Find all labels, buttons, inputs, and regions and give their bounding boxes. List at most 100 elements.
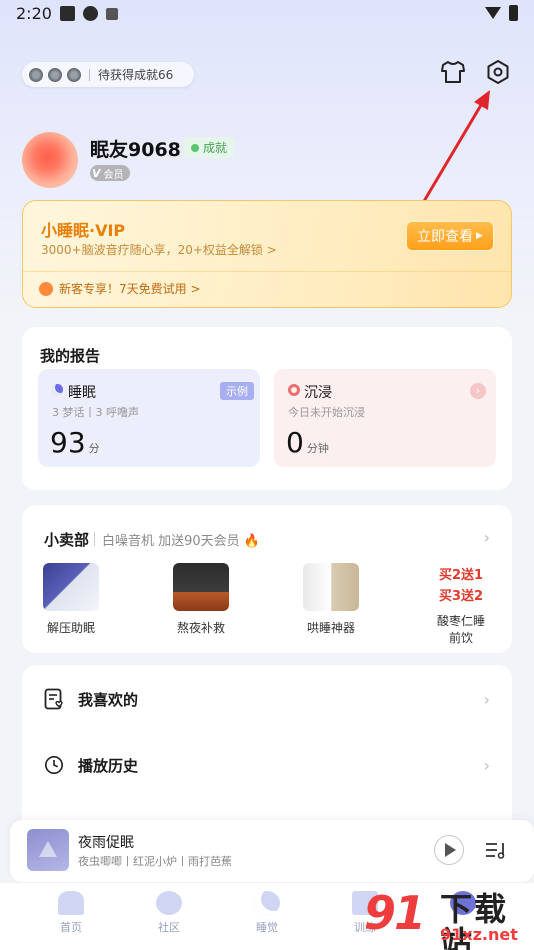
cloud-rain-icon [58, 891, 84, 915]
play-icon [445, 843, 456, 857]
immerse-minutes-value: 0 [286, 426, 304, 459]
product-item[interactable]: 买2送1 买3送2 酸枣仁睡 前饮 [416, 565, 506, 647]
promo-text: 买2送1 [438, 568, 484, 583]
report-title: 我的报告 [40, 347, 101, 365]
list-item-history[interactable]: 播放历史 › [22, 735, 512, 795]
list-item-favorites[interactable]: 我喜欢的 › [22, 669, 512, 729]
report-card: 我的报告 睡眠 示例 3 梦话丨3 呼噜声 93 分 沉浸 › 今日未开始沉浸 0… [22, 327, 512, 490]
divider [23, 271, 511, 272]
promo-text: 买3送2 [438, 589, 484, 604]
product-label: 解压助眠 [46, 621, 95, 635]
status-system-icons [485, 5, 518, 21]
track-cover-image [27, 829, 69, 871]
favorites-doc-icon [44, 688, 63, 710]
history-label: 播放历史 [78, 756, 139, 775]
example-tag: 示例 [220, 382, 254, 400]
moon-icon [52, 384, 63, 395]
vip-title: 小睡眠·VIP [41, 221, 126, 240]
product-image [173, 563, 229, 611]
list-card: 我喜欢的 › 播放历史 › [22, 665, 512, 830]
app-notification-icon [83, 6, 98, 21]
product-label-line: 酸枣仁睡 [436, 614, 485, 628]
achievement-pill[interactable]: 待获得成就66 [22, 62, 194, 87]
cover-triangle-icon [39, 841, 57, 857]
sleep-score-value: 93 [50, 426, 86, 459]
moon-icon [254, 891, 280, 915]
immerse-subtitle: 今日未开始沉浸 [288, 406, 365, 419]
status-notification-icons [60, 6, 118, 21]
chevron-right-icon[interactable]: › [484, 528, 490, 547]
wifi-icon [485, 7, 501, 19]
planet-icon [156, 891, 182, 915]
tab-home[interactable]: 首页 [41, 891, 101, 935]
shop-card: 小卖部 白噪音机 加送90天会员 🔥 › 解压助眠 熬夜补救 哄睡神器 买2送1… [22, 505, 512, 653]
medal-icon [28, 66, 44, 83]
annotation-arrow [418, 90, 490, 209]
product-image [43, 563, 99, 611]
product-label-line: 前饮 [448, 631, 473, 645]
tab-label: 睡觉 [256, 921, 278, 934]
product-label: 酸枣仁睡 前饮 [416, 613, 506, 647]
sleep-score: 93 分 [50, 426, 100, 459]
chevron-right-icon: › [483, 755, 490, 775]
sleep-subtitle: 3 梦话丨3 呼噜声 [52, 406, 139, 419]
shop-subtitle[interactable]: 白噪音机 加送90天会员 🔥 [102, 530, 260, 549]
sleep-score-unit: 分 [88, 442, 100, 455]
watermark-logo: 91 [364, 886, 426, 940]
divider [89, 68, 90, 81]
vip-member-badge: V 会员 [90, 165, 130, 181]
username[interactable]: 眠友9068 [90, 135, 181, 162]
divider [94, 532, 95, 546]
medal-icon [66, 66, 82, 83]
app-notification-icon [106, 8, 118, 20]
avatar[interactable] [22, 132, 78, 188]
tab-community[interactable]: 社区 [139, 891, 199, 935]
track-subtitle: 夜虫唧唧丨红泥小炉丨雨打芭蕉 [78, 855, 232, 868]
tab-sleep[interactable]: 睡觉 [237, 891, 297, 935]
vip-member-label: 会员 [103, 169, 124, 181]
favorites-label: 我喜欢的 [78, 690, 139, 709]
immerse-title: 沉浸 [304, 385, 332, 401]
mini-player[interactable]: 夜雨促眠 夜虫唧唧丨红泥小炉丨雨打芭蕉 [10, 820, 534, 882]
immerse-report-card[interactable]: 沉浸 › 今日未开始沉浸 0 分钟 [274, 369, 496, 467]
free-trial-text: 新客专享！7天免费试用 > [59, 282, 201, 296]
vip-view-button[interactable]: 立即查看 ▶ [406, 221, 494, 251]
product-item[interactable]: 哄睡神器 [286, 563, 376, 636]
status-time: 2:20 [16, 4, 52, 23]
settings-hexagon-icon[interactable] [484, 58, 512, 86]
vip-letter: V [92, 166, 101, 180]
tab-label: 社区 [158, 921, 180, 934]
chevron-right-icon: › [470, 383, 486, 399]
battery-icon [509, 5, 518, 21]
gift-icon [39, 281, 53, 296]
sleep-report-card[interactable]: 睡眠 示例 3 梦话丨3 呼噜声 93 分 [38, 369, 260, 467]
product-item[interactable]: 解压助眠 [26, 563, 116, 636]
product-item[interactable]: 熬夜补救 [156, 563, 246, 636]
app-notification-icon [60, 6, 75, 21]
immerse-minutes-unit: 分钟 [306, 442, 329, 455]
medal-icon [47, 66, 63, 83]
free-trial-link[interactable]: 新客专享！7天免费试用 > [39, 280, 201, 297]
sleep-title: 睡眠 [68, 385, 96, 401]
track-title: 夜雨促眠 [78, 835, 134, 851]
tshirt-icon[interactable] [439, 58, 467, 86]
target-icon [288, 384, 300, 396]
immerse-minutes: 0 分钟 [286, 426, 329, 459]
watermark-url: 91xz.net [440, 925, 518, 944]
play-triangle-icon: ▶ [476, 231, 483, 241]
clock-icon [45, 756, 63, 774]
badge-dot-icon [191, 143, 199, 152]
playlist-icon[interactable] [485, 840, 507, 860]
product-label: 熬夜补救 [176, 621, 225, 635]
chevron-right-icon: › [483, 689, 490, 709]
tab-label: 首页 [60, 921, 82, 934]
product-image [303, 563, 359, 611]
achievement-badge[interactable]: 成就 [184, 137, 235, 158]
vip-promo-card[interactable]: 小睡眠·VIP 3000+脑波音疗随心享，20+权益全解锁 > 立即查看 ▶ 新… [22, 200, 512, 308]
product-label: 哄睡神器 [306, 621, 355, 635]
achievement-badge-label: 成就 [203, 141, 228, 155]
shop-title[interactable]: 小卖部 [44, 529, 89, 550]
achievement-text: 待获得成就66 [98, 68, 174, 82]
play-button[interactable] [434, 835, 464, 865]
vip-view-button-label: 立即查看 [417, 229, 474, 245]
